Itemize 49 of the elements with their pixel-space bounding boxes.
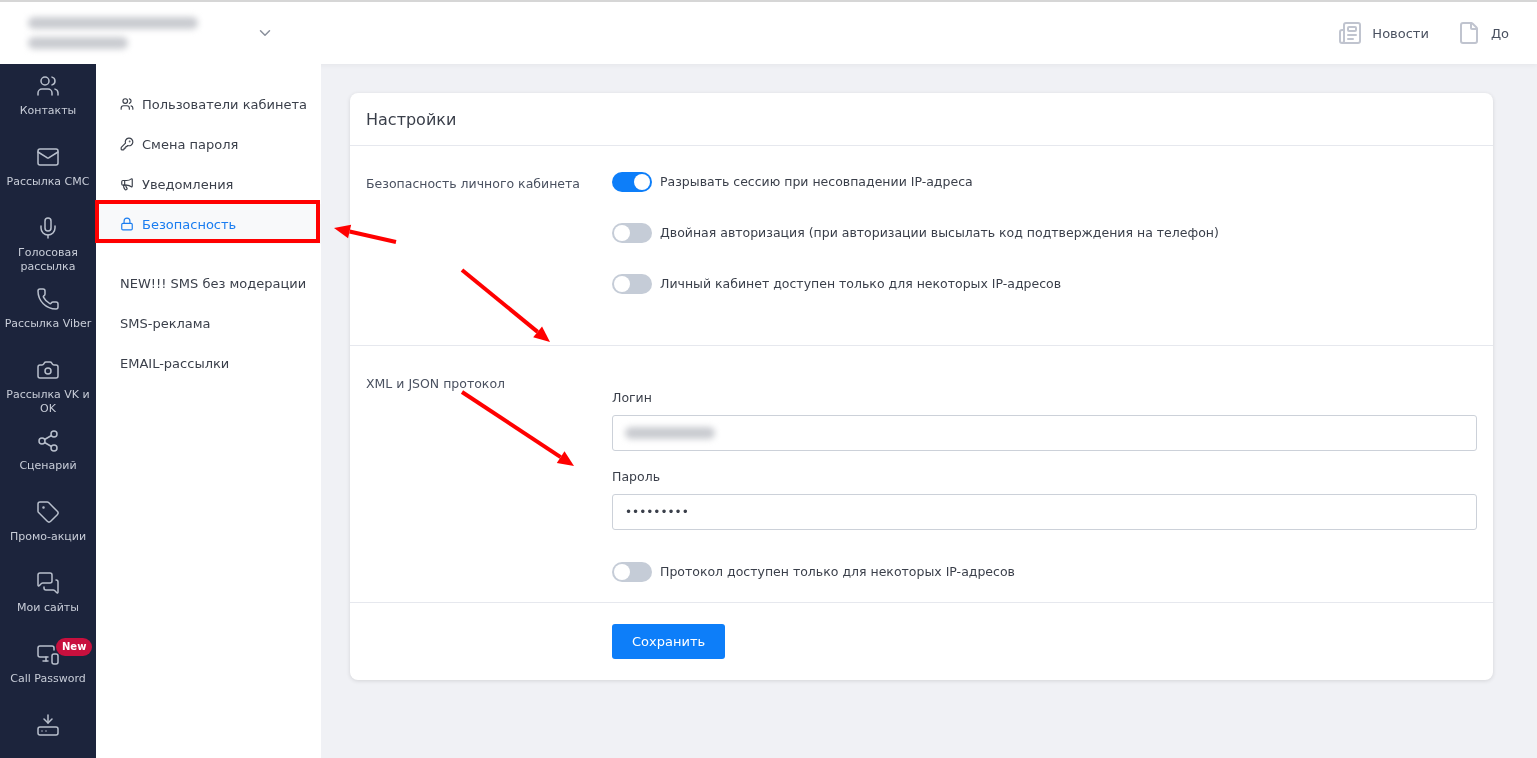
sidebar-label[interactable]: Промо-акции <box>9 530 87 544</box>
password-field[interactable]: ••••••••• <box>612 494 1477 530</box>
section-label: Безопасность личного кабинета <box>366 176 580 191</box>
phone-icon[interactable] <box>36 287 60 311</box>
chat-bubbles-icon[interactable] <box>36 571 60 595</box>
field-label: Пароль <box>612 469 661 484</box>
sidebar-label[interactable]: Контакты <box>19 104 77 118</box>
toggle-label: Личный кабинет доступен только для некоторых IP-адресов <box>660 275 1062 293</box>
sidebar-label[interactable]: Рассылка Viber <box>4 317 92 331</box>
section-label: XML и JSON протокол <box>366 376 506 391</box>
users-icon[interactable] <box>36 74 60 98</box>
toggle-switch[interactable] <box>612 172 652 192</box>
tag-icon[interactable] <box>36 500 60 524</box>
card-title: Настройки <box>350 93 1493 146</box>
newspaper-icon <box>1338 21 1363 45</box>
envelope-icon[interactable] <box>36 145 60 169</box>
toggle-switch[interactable] <box>612 223 652 243</box>
annotation-arrow <box>334 224 397 244</box>
users-icon <box>120 97 134 111</box>
sidebar-label[interactable]: Сценарий <box>19 459 77 473</box>
sidebar-label[interactable]: Мои сайты <box>17 601 79 615</box>
toggle-label: Двойная авторизация (при авторизации высылать код подтверждения на телефон) <box>660 224 1219 242</box>
sidebar-label[interactable]: Рассылка VK и OK <box>0 388 96 416</box>
download-icon[interactable] <box>36 713 60 737</box>
new-badge: New <box>56 638 93 656</box>
sidebar-label[interactable]: Call Password <box>10 672 86 686</box>
submenu-link[interactable]: SMS-реклама <box>96 303 321 343</box>
sidebar-label[interactable]: Голосовая рассылка <box>0 246 96 274</box>
toggle-label: Протокол доступен только для некоторых IP-адресов <box>660 563 1015 581</box>
toggle-label: Разрывать сессию при несовпадении IP-адреса <box>660 173 973 191</box>
camera-icon[interactable] <box>36 358 60 382</box>
submenu-link[interactable]: NEW!!! SMS без модерации <box>96 263 321 303</box>
toggle-switch[interactable] <box>612 274 652 294</box>
laptop-phone-icon[interactable] <box>36 642 60 666</box>
sidebar-label[interactable]: Рассылка СМС <box>6 175 90 189</box>
megaphone-icon <box>120 177 134 191</box>
login-field[interactable] <box>612 415 1477 451</box>
save-button[interactable]: Сохранить <box>612 624 726 659</box>
header-link[interactable]: До <box>1456 21 1509 45</box>
submenu-item[interactable]: Смена пароля <box>96 124 321 164</box>
submenu-item[interactable]: Пользователи кабинета <box>96 84 321 124</box>
header-link[interactable]: Новости <box>1338 21 1429 45</box>
lock-icon <box>120 217 134 231</box>
submenu-item[interactable]: Уведомления <box>96 164 321 204</box>
toggle-switch[interactable] <box>612 562 652 582</box>
share-icon[interactable] <box>36 429 60 453</box>
submenu-link[interactable]: EMAIL-рассылки <box>96 343 321 383</box>
field-label: Логин <box>612 390 653 405</box>
key-icon <box>120 137 134 151</box>
